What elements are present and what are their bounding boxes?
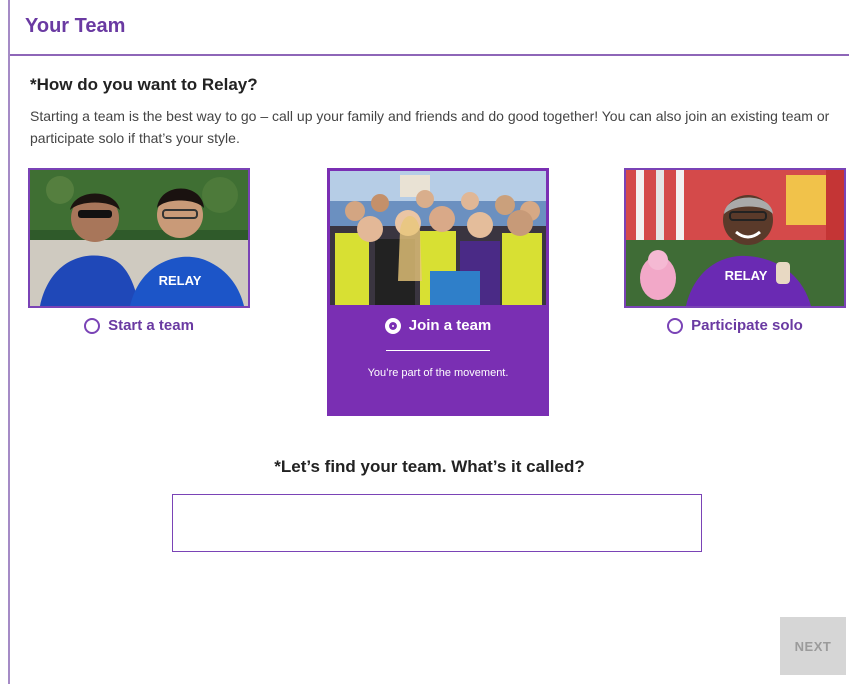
participate-solo-radio[interactable] [667,317,684,334]
join-team-photo [327,168,549,308]
relay-question-title: *How do you want to Relay? [30,75,258,94]
team-panel: Your Team *How do you want to Relay? Sta… [8,0,849,684]
join-team-label[interactable]: Join a team [409,317,492,334]
svg-text:RELAY: RELAY [725,268,768,283]
option-start-team[interactable]: RELAY Start a team [28,168,250,334]
option-join-team[interactable]: Join a team You’re part of the movement. [327,168,549,416]
svg-text:RELAY: RELAY [159,273,202,288]
relay-question-description: Starting a team is the best way to go – … [30,108,830,146]
team-search-question: *Let’s find your team. What’s it called? [274,457,585,476]
join-team-radio-row[interactable]: Join a team [327,317,549,334]
page-title: Your Team [25,15,126,37]
join-team-divider [386,350,490,351]
option-participate-solo[interactable]: RELAY Participate solo [624,168,846,334]
start-team-photo: RELAY [28,168,250,308]
team-name-input[interactable] [172,494,702,552]
participate-solo-radio-row[interactable]: Participate solo [624,317,846,334]
start-team-radio-row[interactable]: Start a team [28,317,250,334]
start-team-label[interactable]: Start a team [108,317,194,334]
join-team-tagline: You’re part of the movement. [367,367,509,379]
next-button[interactable]: NEXT [780,617,846,675]
start-team-radio[interactable] [84,317,101,334]
participate-solo-photo: RELAY [624,168,846,308]
panel-header: Your Team [10,0,849,56]
participate-solo-label[interactable]: Participate solo [691,317,803,334]
join-team-radio[interactable] [384,317,401,334]
